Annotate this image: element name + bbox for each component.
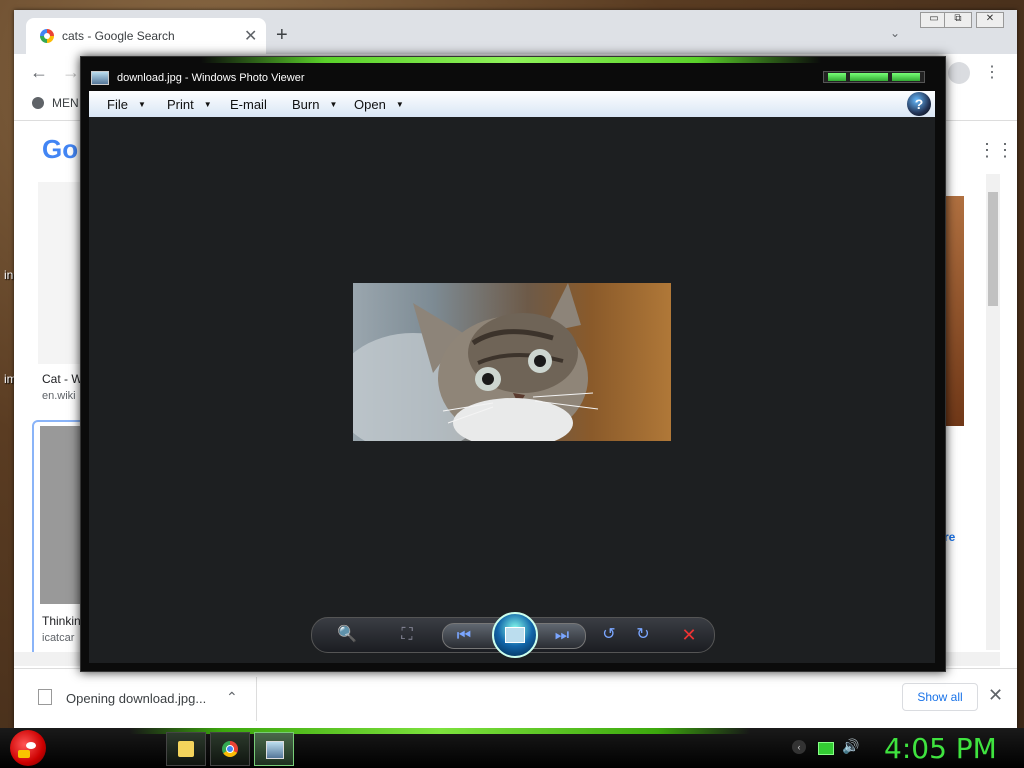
menu-burn[interactable]: Burn ▼ [292, 97, 337, 112]
taskbar-item-photo-viewer[interactable] [254, 732, 294, 766]
image-canvas: 🔍 ⛶ ⏮ ⏭ ↺ ↻ ✕ [89, 117, 935, 663]
slideshow-button[interactable] [492, 612, 538, 658]
close-window-button[interactable] [892, 73, 920, 81]
viewer-navigation-bar: 🔍 ⛶ ⏮ ⏭ ↺ ↻ ✕ [311, 612, 715, 658]
next-icon[interactable]: ⏭ [551, 626, 573, 646]
chevron-up-icon[interactable]: ⌃ [226, 689, 238, 706]
taskbar-item-file-explorer[interactable] [166, 732, 206, 766]
image-result-source: icatcar [42, 632, 75, 644]
tray-chevron-icon[interactable]: ‹ [792, 740, 806, 754]
slideshow-icon [505, 627, 525, 643]
side-panel-image[interactable] [944, 196, 964, 426]
maximize-button[interactable] [850, 73, 888, 81]
show-all-button[interactable]: Show all [902, 683, 978, 711]
menu-label: E-mail [230, 97, 267, 112]
window-controls [823, 71, 925, 83]
rotate-clockwise-icon[interactable]: ↻ [632, 625, 654, 645]
bookmark-label: MEN [52, 96, 79, 110]
minimize-button[interactable] [828, 73, 846, 81]
google-logo[interactable]: Go [42, 134, 78, 165]
desktop-icon-label[interactable]: in [4, 268, 13, 282]
angry-bird-eye-icon [26, 742, 36, 749]
photo-viewer-icon [266, 741, 284, 759]
taskbar-item-chrome[interactable] [210, 732, 250, 766]
file-icon [38, 689, 52, 705]
tab-title: cats - Google Search [62, 29, 175, 43]
window-title: download.jpg - Windows Photo Viewer [117, 72, 305, 84]
folder-icon [178, 741, 194, 757]
tab-strip: cats - Google Search ✕ + ⌄ ▭ ⧉ ✕ [14, 10, 1017, 54]
close-download-bar-icon[interactable]: ✕ [988, 685, 1003, 706]
back-button[interactable]: ← [30, 62, 48, 83]
maximize-button[interactable]: ⧉ [944, 12, 972, 28]
tab-close-icon[interactable]: ✕ [244, 26, 257, 46]
image-result-title[interactable]: Cat - W [42, 372, 83, 386]
profile-avatar-icon[interactable] [948, 62, 970, 84]
apps-grid-icon[interactable]: ⋮⋮ [978, 140, 1014, 161]
dropdown-arrow-icon: ▼ [137, 100, 146, 109]
dropdown-arrow-icon: ▼ [329, 100, 338, 109]
start-button[interactable] [10, 730, 46, 766]
menu-print[interactable]: Print ▼ [167, 97, 212, 112]
bookmark-item[interactable]: MEN [32, 96, 79, 110]
dropdown-arrow-icon: ▼ [395, 100, 404, 109]
photo-viewer-window: download.jpg - Windows Photo Viewer File… [80, 56, 946, 672]
vertical-scrollbar[interactable] [986, 174, 1000, 650]
actual-size-icon[interactable]: ⛶ [396, 625, 418, 645]
help-icon[interactable]: ? [907, 92, 931, 116]
angry-bird-beak-icon [18, 750, 30, 758]
download-item-label[interactable]: Opening download.jpg... [66, 691, 206, 706]
new-tab-button[interactable]: + [276, 24, 288, 47]
zoom-icon[interactable]: 🔍 [336, 625, 358, 645]
menu-label: Open [354, 97, 386, 112]
chrome-menu-button[interactable]: ⋮ [984, 62, 1000, 82]
divider [256, 677, 257, 721]
viewer-menu-bar: File ▼ Print ▼ E-mail Burn ▼ Open ▼ ? [89, 91, 935, 118]
image-result-title[interactable]: Thinkin [42, 614, 81, 628]
delete-icon[interactable]: ✕ [678, 625, 700, 645]
tab-google-search[interactable]: cats - Google Search ✕ [26, 18, 266, 54]
download-bar: Opening download.jpg... ⌃ Show all ✕ [14, 668, 1017, 729]
rotate-counterclockwise-icon[interactable]: ↺ [598, 625, 620, 645]
close-window-button[interactable]: ✕ [976, 12, 1004, 28]
tab-search-chevron-icon[interactable]: ⌄ [890, 26, 900, 40]
volume-icon[interactable]: 🔊 [842, 738, 859, 755]
kitten-image [353, 283, 599, 441]
taskbar: ‹ 🔊 4:05 PM [0, 728, 1024, 768]
chrome-icon [222, 741, 238, 757]
clock[interactable]: 4:05 PM [884, 732, 997, 765]
google-favicon-icon [40, 29, 54, 43]
menu-label: File [107, 97, 128, 112]
photo-viewer-app-icon [91, 71, 109, 85]
image-result-source: en.wiki [42, 390, 76, 402]
menu-label: Burn [292, 97, 320, 112]
cat-photo [353, 283, 671, 441]
menu-file[interactable]: File ▼ [107, 97, 146, 112]
globe-icon [32, 97, 44, 109]
dropdown-arrow-icon: ▼ [203, 100, 212, 109]
forward-button[interactable]: → [62, 62, 80, 83]
scrollbar-thumb[interactable] [988, 192, 998, 306]
previous-icon[interactable]: ⏮ [453, 626, 475, 646]
title-bar-glow [201, 57, 821, 63]
menu-email[interactable]: E-mail [230, 97, 267, 112]
menu-label: Print [167, 97, 194, 112]
menu-open[interactable]: Open ▼ [354, 97, 404, 112]
network-icon[interactable] [818, 742, 834, 755]
